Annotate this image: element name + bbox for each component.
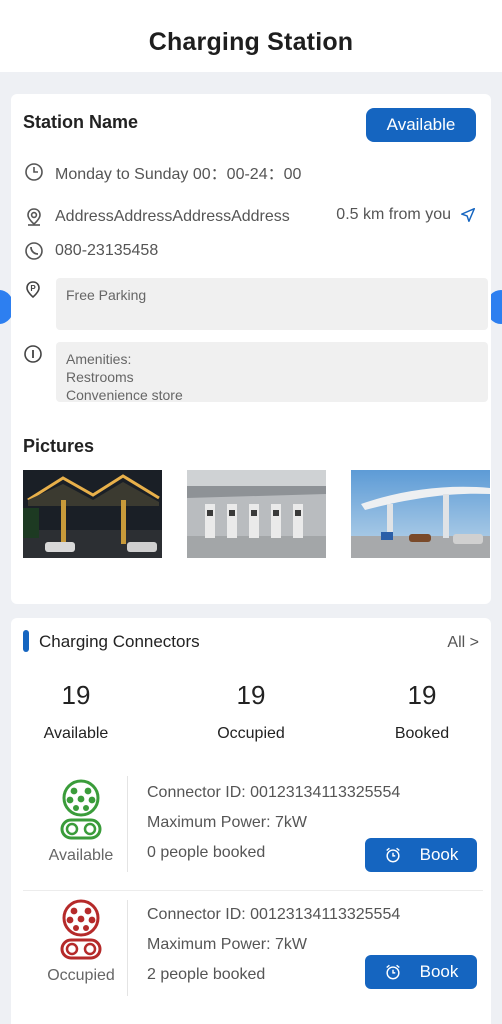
navigate-icon: [460, 207, 476, 223]
stat-count: 19: [61, 680, 91, 710]
section-accent-bar: [23, 630, 29, 652]
connector-details: Connector ID: 00123134113325554 Maximum …: [147, 900, 400, 990]
stat-occupied: 19 Occupied: [186, 680, 316, 743]
stat-label: Available: [43, 725, 109, 742]
phone-text: 080-23135458: [55, 242, 159, 259]
phone-icon: [23, 240, 45, 262]
alarm-icon: [385, 847, 400, 863]
stat-count: 19: [407, 680, 437, 710]
phone-row[interactable]: 080-23135458: [23, 240, 158, 262]
alarm-icon: [385, 964, 400, 980]
pictures-title: Pictures: [23, 436, 95, 456]
connector-status-label: Available: [48, 847, 114, 864]
info-icon: [23, 344, 45, 366]
hours-row: Monday to Sunday 00：00-24：00: [23, 160, 301, 184]
connector-icon: [60, 779, 102, 840]
book-button[interactable]: Book: [365, 955, 477, 989]
station-picture[interactable]: [351, 470, 490, 558]
divider: [127, 900, 128, 996]
connector-icon: [60, 899, 102, 960]
book-label: Book: [419, 845, 459, 864]
book-button[interactable]: Book: [365, 838, 477, 872]
page-header: Charging Station: [0, 0, 502, 72]
station-picture[interactable]: [23, 470, 162, 558]
connector-status-available: Available: [31, 778, 131, 865]
hours-text: Monday to Sunday 00：00-24：00: [55, 166, 302, 183]
stat-available: 19 Available: [11, 680, 141, 743]
connector-booked: 2 people booked: [147, 966, 266, 983]
clock-icon: [23, 161, 45, 183]
distance-link[interactable]: 0.5 km from you: [336, 206, 477, 224]
connector-status-occupied: Occupied: [31, 898, 131, 985]
connectors-title: Charging Connectors: [39, 632, 200, 651]
stat-label: Occupied: [217, 725, 285, 742]
connector-details: Connector ID: 00123134113325554 Maximum …: [147, 778, 400, 868]
book-label: Book: [419, 962, 459, 981]
station-card: Station Name Available Monday to Sunday …: [11, 94, 491, 604]
stat-label: Booked: [394, 725, 450, 742]
address-text: AddressAddressAddressAddress: [55, 208, 290, 225]
location-icon: [23, 206, 45, 228]
svg-text:P: P: [30, 284, 36, 293]
stat-count: 19: [236, 680, 266, 710]
divider: [127, 776, 128, 872]
address-row: AddressAddressAddressAddress: [23, 206, 290, 228]
amenities-heading: Amenities:: [66, 351, 132, 367]
connector-power: Maximum Power: 7kW: [147, 936, 308, 953]
status-button[interactable]: Available: [366, 108, 476, 142]
connector-booked: 0 people booked: [147, 844, 266, 861]
all-connectors-link[interactable]: All >: [447, 634, 479, 652]
connector-id: Connector ID: 00123134113325554: [147, 906, 401, 923]
distance-text: 0.5 km from you: [336, 206, 451, 223]
connector-id: Connector ID: 00123134113325554: [147, 784, 401, 801]
parking-icon: P: [23, 280, 45, 302]
parking-box: Free Parking: [56, 278, 488, 330]
row-separator: [23, 890, 483, 891]
connector-power: Maximum Power: 7kW: [147, 814, 308, 831]
stat-booked: 19 Booked: [357, 680, 487, 743]
station-picture[interactable]: [187, 470, 326, 558]
page-title: Charging Station: [148, 27, 354, 56]
amenity-item: Restrooms: [66, 369, 134, 385]
station-name: Station Name: [23, 112, 139, 132]
amenity-item: Convenience store: [66, 387, 183, 403]
amenities-box: Amenities: Restrooms Convenience store: [56, 342, 488, 403]
connectors-card: Charging Connectors All > 19 Available 1…: [11, 618, 491, 1024]
connector-status-label: Occupied: [47, 967, 115, 984]
parking-text: Free Parking: [66, 287, 147, 303]
